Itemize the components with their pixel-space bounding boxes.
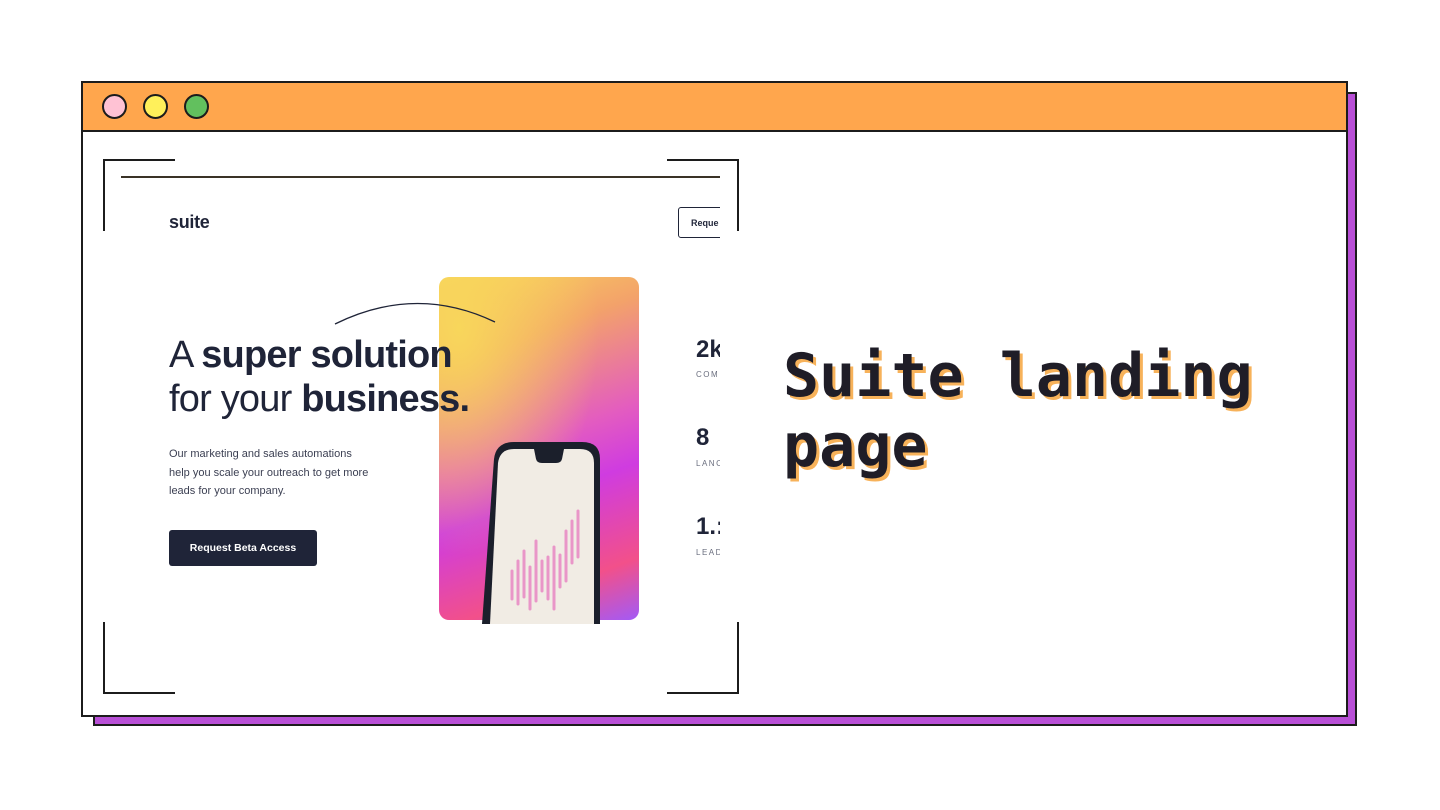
hero-description: Our marketing and sales automations help…: [169, 448, 369, 497]
close-dot[interactable]: [102, 94, 127, 119]
minimize-dot[interactable]: [143, 94, 168, 119]
stat-label: LANC: [696, 459, 720, 468]
phone-chart-image: [482, 442, 600, 624]
headline-bold-2: business.: [301, 378, 470, 420]
browser-window: suite Reque A super solution for your bu…: [81, 81, 1348, 717]
stat-value: 2k: [696, 336, 720, 363]
page-title: Suite landing page: [783, 341, 1253, 481]
nav-request-button[interactable]: Reque: [678, 207, 720, 238]
maximize-dot[interactable]: [184, 94, 209, 119]
stat-label: COM: [696, 370, 720, 379]
window-titlebar: [83, 83, 1346, 132]
suite-logo[interactable]: suite: [169, 212, 210, 233]
decorative-arc: [334, 302, 496, 325]
headline-light-2: for your: [169, 378, 302, 420]
stat-value: 8: [696, 424, 710, 451]
request-beta-access-button[interactable]: Request Beta Access: [169, 530, 317, 566]
stat-label: LEAD: [696, 548, 720, 557]
headline-bold-1: super solution: [201, 334, 452, 376]
hero-headline: A super solution for your business.: [169, 333, 470, 421]
headline-light-1: A: [169, 334, 202, 376]
preview-frame: suite Reque A super solution for your bu…: [103, 159, 739, 694]
landing-page-screenshot: suite Reque A super solution for your bu…: [121, 176, 720, 671]
stat-value: 1.:: [696, 513, 720, 540]
